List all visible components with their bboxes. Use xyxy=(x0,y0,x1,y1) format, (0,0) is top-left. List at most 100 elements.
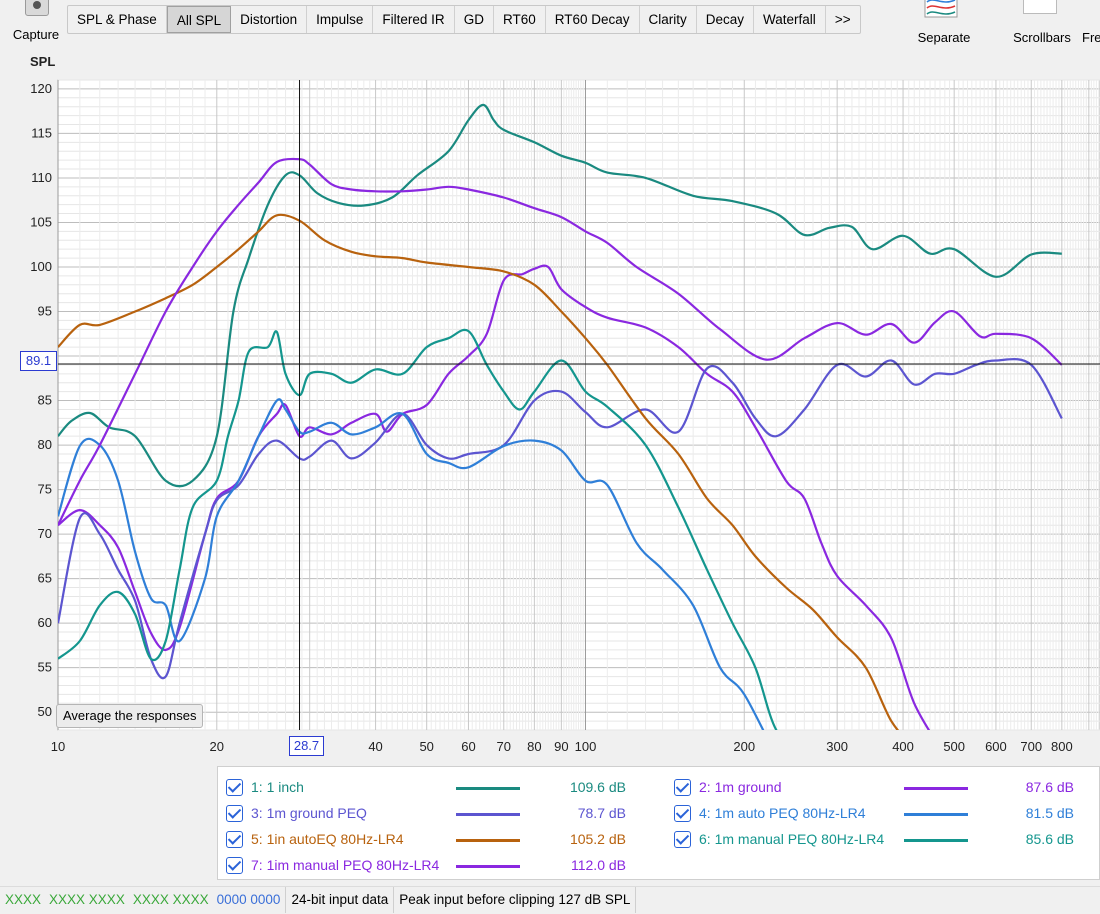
legend-name-3: 3: 1m ground PEQ xyxy=(251,805,367,821)
legend-value-4: 81.5 dB xyxy=(1025,805,1074,821)
y-tick-label: 60 xyxy=(38,615,52,630)
legend-value-7: 112.0 dB xyxy=(570,857,626,873)
x-tick-label: 700 xyxy=(1020,739,1042,754)
y-tick-labels: 50 55 60 65 70 75 80 85 95 100 105 110 115 120 xyxy=(30,81,52,719)
legend-value-2: 87.6 dB xyxy=(1025,779,1074,795)
legend-swatch-3 xyxy=(456,813,520,816)
tab-all-spl[interactable]: All SPL xyxy=(166,6,232,33)
separate-button[interactable]: Separate xyxy=(905,0,983,48)
x-tick-label: 10 xyxy=(51,739,65,754)
y-tick-label: 105 xyxy=(30,214,52,229)
legend-item-4[interactable]: 4: 1m auto PEQ 80Hz-LR4 81.5 dB xyxy=(666,803,1100,825)
graph-tabs: SPL & Phase All SPL Distortion Impulse F… xyxy=(67,5,861,34)
legend-checkbox-4[interactable] xyxy=(674,805,691,822)
legend-name-6: 6: 1m manual PEQ 80Hz-LR4 xyxy=(699,831,885,847)
legend-item-7[interactable]: 7: 1im manual PEQ 80Hz-LR4 112.0 dB xyxy=(218,855,658,877)
legend-item-3[interactable]: 3: 1m ground PEQ 78.7 dB xyxy=(218,803,658,825)
y-tick-label: 50 xyxy=(38,704,52,719)
x-tick-label: 800 xyxy=(1051,739,1073,754)
x-tick-label: 200 xyxy=(733,739,755,754)
x-tick-label: 70 xyxy=(497,739,511,754)
rew-all-spl-window: Capture SPL & Phase All SPL Distortion I… xyxy=(0,0,1100,914)
legend-checkbox-3[interactable] xyxy=(226,805,243,822)
legend-swatch-6 xyxy=(904,839,968,842)
legend-checkbox-1[interactable] xyxy=(226,779,243,796)
x-tick-label: 500 xyxy=(943,739,965,754)
measurement-legend: 1: 1 inch 109.6 dB 2: 1m ground 87.6 dB … xyxy=(217,766,1100,880)
tab-decay[interactable]: Decay xyxy=(697,6,755,33)
meter-2: XXXX XXXX xyxy=(49,892,125,907)
average-responses-button[interactable]: Average the responses xyxy=(56,704,204,728)
legend-checkbox-6[interactable] xyxy=(674,831,691,848)
legend-name-4: 4: 1m auto PEQ 80Hz-LR4 xyxy=(699,805,866,821)
y-tick-label: 85 xyxy=(38,393,52,408)
y-tick-label: 120 xyxy=(30,81,52,96)
cursor-frequency-readout: 28.7 xyxy=(289,736,324,756)
legend-value-5: 105.2 dB xyxy=(569,831,626,847)
legend-name-7: 7: 1im manual PEQ 80Hz-LR4 xyxy=(251,857,440,873)
tab-filtered-ir[interactable]: Filtered IR xyxy=(373,6,455,33)
tab-rt60[interactable]: RT60 xyxy=(494,6,546,33)
tab-impulse[interactable]: Impulse xyxy=(307,6,374,33)
scrollbars-button[interactable]: Scrollbars xyxy=(1003,0,1081,48)
y-axis-title: SPL xyxy=(30,54,55,69)
freq-axis-button[interactable]: Fre xyxy=(1082,30,1100,45)
legend-checkbox-5[interactable] xyxy=(226,831,243,848)
status-bar: XXXX XXXX XXXX XXXX XXXX 0000 0000 24-bit i… xyxy=(0,886,1100,914)
x-tick-label: 300 xyxy=(826,739,848,754)
meter-3: XXXX XXXX xyxy=(132,892,209,907)
spl-chart[interactable]: SPL 50 55 60 65 70 75 80 85 95 100 105 110 115 120 10… xyxy=(0,46,1100,762)
input-level-meters: XXXX XXXX XXXX XXXX XXXX 0000 0000 xyxy=(0,887,287,913)
tab-spl-phase[interactable]: SPL & Phase xyxy=(68,6,167,33)
tab-more[interactable]: >> xyxy=(826,6,860,33)
legend-item-6[interactable]: 6: 1m manual PEQ 80Hz-LR4 85.6 dB xyxy=(666,829,1100,851)
y-tick-label: 80 xyxy=(38,437,52,452)
y-tick-label: 55 xyxy=(38,660,52,675)
x-tick-label: 400 xyxy=(892,739,914,754)
separate-traces-icon xyxy=(924,0,958,18)
legend-item-5[interactable]: 5: 1in autoEQ 80Hz-LR4 105.2 dB xyxy=(218,829,658,851)
legend-swatch-5 xyxy=(456,839,520,842)
x-tick-label: 20 xyxy=(210,739,224,754)
x-tick-labels: 10 20 40 50 60 70 80 90 100 200 300 400 500 600 700 800 xyxy=(51,739,1073,754)
legend-checkbox-7[interactable] xyxy=(226,857,243,874)
legend-item-1[interactable]: 1: 1 inch 109.6 dB xyxy=(218,777,658,799)
scrollbars-label: Scrollbars xyxy=(1013,30,1071,45)
x-tick-label: 40 xyxy=(368,739,382,754)
y-tick-label: 110 xyxy=(31,170,52,185)
x-tick-label: 60 xyxy=(461,739,475,754)
x-tick-label: 50 xyxy=(419,739,433,754)
y-tick-label: 65 xyxy=(38,571,52,586)
legend-value-3: 78.7 dB xyxy=(577,805,626,821)
meter-1: XXXX xyxy=(5,892,42,907)
separate-label: Separate xyxy=(917,30,971,45)
tab-waterfall[interactable]: Waterfall xyxy=(754,6,826,33)
tab-rt60-decay[interactable]: RT60 Decay xyxy=(546,6,640,33)
y-tick-label: 100 xyxy=(30,259,52,274)
legend-name-5: 5: 1in autoEQ 80Hz-LR4 xyxy=(251,831,404,847)
legend-swatch-7 xyxy=(456,865,520,868)
y-tick-label: 70 xyxy=(38,526,52,541)
cursor-spl-readout: 89.1 xyxy=(20,351,57,371)
legend-item-2[interactable]: 2: 1m ground 87.6 dB xyxy=(666,777,1100,799)
legend-name-1: 1: 1 inch xyxy=(251,779,304,795)
x-tick-label: 100 xyxy=(575,739,597,754)
legend-name-2: 2: 1m ground xyxy=(699,779,782,795)
camera-icon xyxy=(25,0,49,16)
y-tick-label: 75 xyxy=(38,482,52,497)
x-tick-label: 600 xyxy=(985,739,1007,754)
tab-distortion[interactable]: Distortion xyxy=(231,6,308,33)
meter-4: 0000 0000 xyxy=(216,892,281,907)
tab-clarity[interactable]: Clarity xyxy=(640,6,697,33)
legend-swatch-4 xyxy=(904,813,968,816)
x-tick-label: 80 xyxy=(527,739,541,754)
legend-checkbox-2[interactable] xyxy=(674,779,691,796)
legend-value-1: 109.6 dB xyxy=(569,779,626,795)
y-tick-label: 115 xyxy=(31,125,52,140)
legend-value-6: 85.6 dB xyxy=(1025,831,1074,847)
x-tick-label: 90 xyxy=(554,739,568,754)
tab-gd[interactable]: GD xyxy=(455,6,494,33)
legend-swatch-2 xyxy=(904,787,968,790)
capture-button[interactable]: Capture xyxy=(6,0,66,46)
capture-label: Capture xyxy=(12,27,60,42)
